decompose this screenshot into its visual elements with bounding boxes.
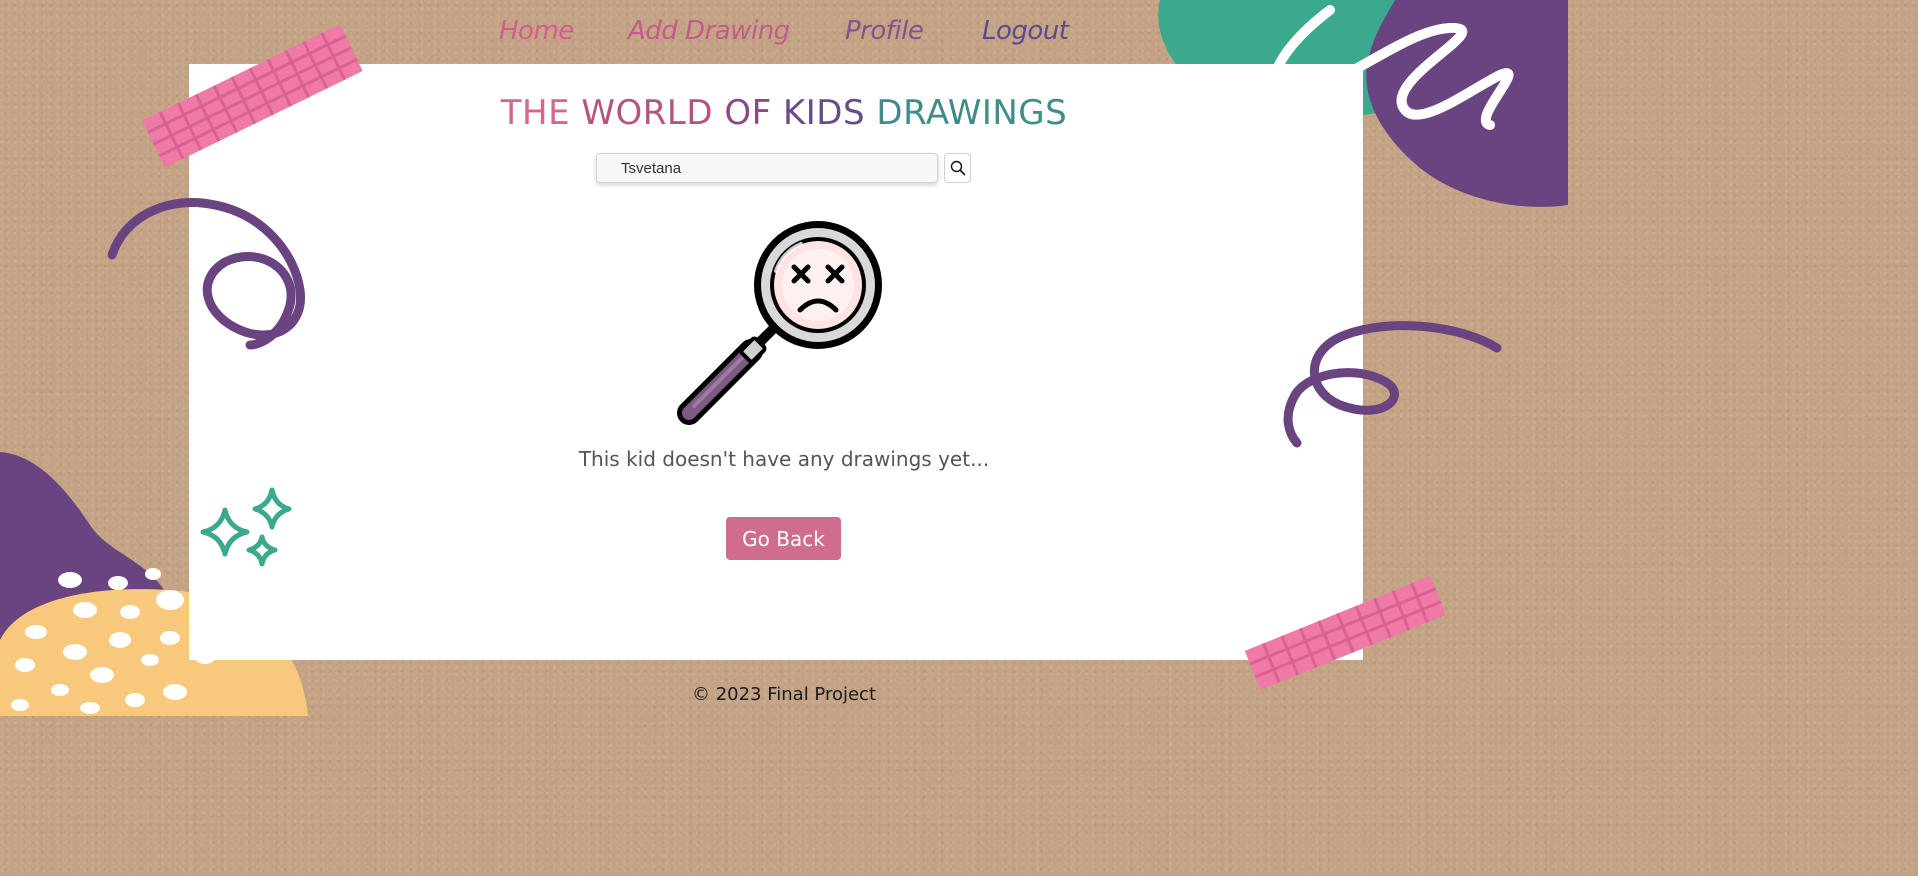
search-bar bbox=[596, 153, 972, 185]
title-word: OF bbox=[724, 93, 772, 133]
search-input[interactable] bbox=[596, 153, 938, 183]
search-button[interactable] bbox=[944, 153, 971, 183]
nav-home-link[interactable]: Home bbox=[499, 14, 574, 48]
footer-copyright: © 2023 Final Project bbox=[691, 684, 877, 705]
top-navigation: Home Add Drawing Profile Logout bbox=[0, 14, 1568, 50]
nav-logout-link[interactable]: Logout bbox=[982, 14, 1069, 48]
nav-add-drawing-link[interactable]: Add Drawing bbox=[628, 14, 790, 48]
title-word: DRAWINGS bbox=[876, 93, 1068, 133]
title-word: KIDS bbox=[782, 93, 866, 133]
sad-magnifier-icon bbox=[677, 221, 882, 425]
bottom-left-purple-blob-shape bbox=[0, 452, 170, 716]
go-back-button[interactable]: Go Back bbox=[726, 517, 841, 560]
nav-profile-link[interactable]: Profile bbox=[845, 14, 924, 48]
footer: © 2023 Final Project bbox=[0, 683, 1568, 707]
title-word: WORLD bbox=[581, 93, 714, 133]
empty-state-message: This kid doesn't have any drawings yet..… bbox=[578, 447, 990, 471]
title-word: THE bbox=[500, 93, 571, 133]
page-title: THE WORLD OF KIDS DRAWINGS bbox=[0, 92, 1568, 134]
search-icon bbox=[950, 160, 965, 176]
